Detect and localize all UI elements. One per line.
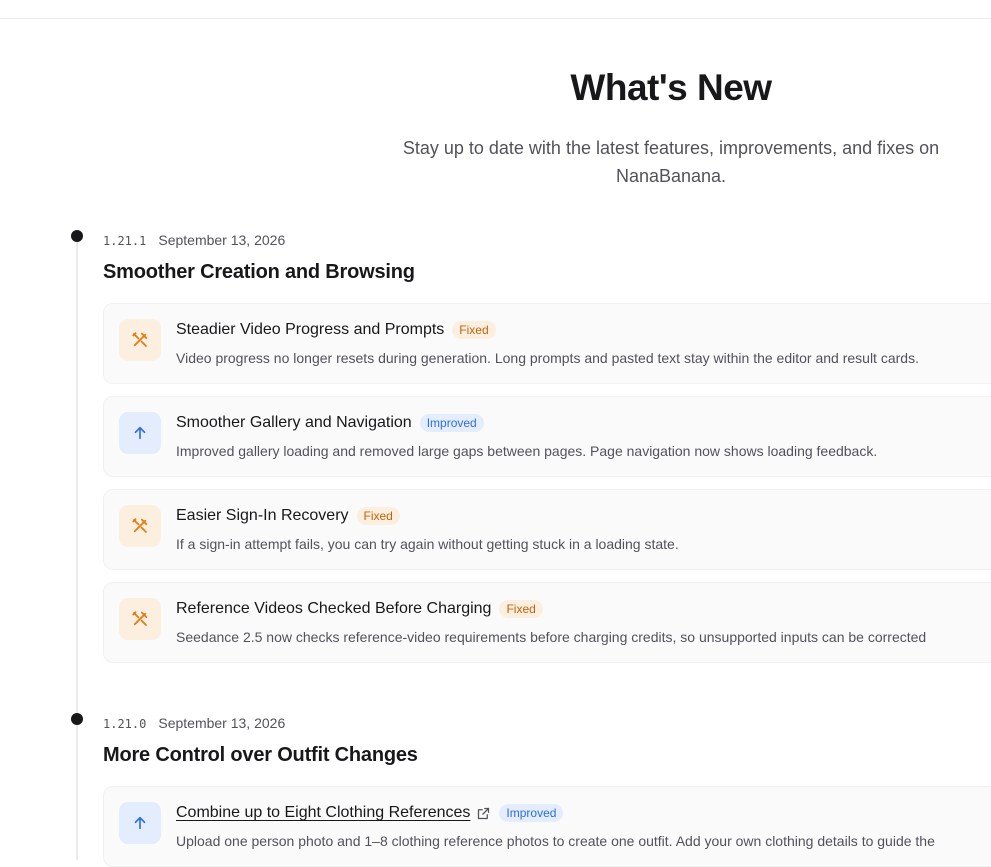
card-description: Seedance 2.5 now checks reference-video … <box>176 629 927 645</box>
status-badge-improved: Improved <box>499 804 564 822</box>
arrow-up-icon <box>119 412 161 454</box>
page-header: What's New Stay up to date with the late… <box>351 64 991 190</box>
status-badge-improved: Improved <box>419 414 484 432</box>
status-badge-fixed: Fixed <box>452 321 496 339</box>
release-meta: 1.21.1 September 13, 2026 <box>103 232 285 248</box>
card-title: Reference Videos Checked Before Charging <box>176 600 492 617</box>
changelog-card: Reference Videos Checked Before Charging… <box>103 582 991 663</box>
wrench-screwdriver-icon <box>119 319 161 361</box>
arrow-up-icon <box>119 802 161 844</box>
wrench-screwdriver-icon <box>119 505 161 547</box>
card-description: If a sign-in attempt fails, you can try … <box>176 536 679 552</box>
changelog-card: Smoother Gallery and Navigation Improved… <box>103 396 991 477</box>
card-title: Easier Sign-In Recovery <box>176 507 349 524</box>
timeline-dot <box>71 230 83 242</box>
release-version: 1.21.0 <box>103 717 147 731</box>
card-title: Steadier Video Progress and Prompts <box>176 321 445 338</box>
changelog-card: Combine up to Eight Clothing References … <box>103 786 991 867</box>
page-subtitle: Stay up to date with the latest features… <box>402 138 940 186</box>
release-title: Smoother Creation and Browsing <box>103 261 415 283</box>
external-link-icon[interactable] <box>476 806 491 821</box>
card-description: Upload one person photo and 1–8 clothing… <box>176 833 935 849</box>
changelog-card: Steadier Video Progress and Prompts Fixe… <box>103 303 991 384</box>
release-date: September 13, 2026 <box>158 715 286 731</box>
card-description: Improved gallery loading and removed lar… <box>176 443 878 459</box>
top-bar <box>0 0 991 19</box>
card-title: Smoother Gallery and Navigation <box>176 414 412 431</box>
timeline-dot <box>71 713 83 725</box>
wrench-screwdriver-icon <box>119 598 161 640</box>
release-meta: 1.21.0 September 13, 2026 <box>103 715 285 731</box>
card-description: Video progress no longer resets during g… <box>176 350 919 366</box>
changelog-card: Easier Sign-In Recovery Fixed If a sign-… <box>103 489 991 570</box>
release-version: 1.21.1 <box>103 234 147 248</box>
card-title-link[interactable]: Combine up to Eight Clothing References <box>176 804 470 822</box>
status-badge-fixed: Fixed <box>499 600 543 618</box>
release-title: More Control over Outfit Changes <box>103 744 418 766</box>
status-badge-fixed: Fixed <box>356 507 400 525</box>
timeline-line <box>76 240 78 860</box>
page-title: What's New <box>570 67 772 108</box>
release-date: September 13, 2026 <box>158 232 286 248</box>
